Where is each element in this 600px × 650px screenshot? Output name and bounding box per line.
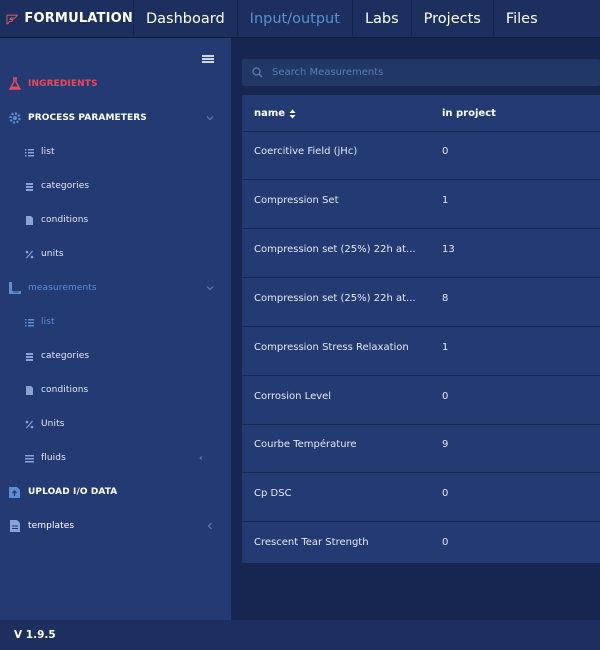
cell-name: Courbe Température (254, 439, 357, 451)
percent-icon (25, 250, 34, 258)
nav-input-output[interactable]: Input/output (236, 0, 352, 38)
gear-icon (9, 112, 21, 124)
sort-icon[interactable] (289, 109, 296, 119)
nav-dashboard[interactable]: Dashboard (133, 0, 237, 38)
sidebar-subitem-label: Units (41, 419, 65, 429)
table-row[interactable]: Cp DSC 0 (242, 474, 600, 523)
sidebar-subitem-process-units[interactable]: units (0, 237, 231, 271)
table-header: name in project (242, 95, 600, 132)
table-row[interactable]: Compression set (25%) 22h at... 13 (242, 230, 600, 278)
chevron-down-icon[interactable] (205, 283, 215, 293)
sidebar-subitem-process-list[interactable]: list (0, 135, 231, 169)
sidebar-subitem-measurements-fluids[interactable]: fluids (0, 441, 231, 475)
brand[interactable]: FORMULATION (0, 0, 133, 38)
sidebar-item-label: INGREDIENTS (28, 79, 98, 89)
search-input[interactable] (272, 63, 582, 82)
sidebar-subitem-label: fluids (41, 453, 66, 463)
nav-labs[interactable]: Labs (351, 0, 411, 38)
sidebar-subitem-label: list (41, 147, 55, 157)
cell-in-project: 0 (442, 146, 449, 157)
search-bar (242, 59, 600, 86)
cell-name: Compression Set (254, 194, 339, 206)
search-icon (252, 67, 263, 78)
nav-files[interactable]: Files (492, 0, 550, 38)
sidebar-subitem-measurements-categories[interactable]: categories (0, 339, 231, 373)
sidebar-item-upload[interactable]: UPLOAD I/O DATA (0, 475, 231, 509)
ruler-icon (9, 282, 21, 294)
measurements-table: name in project Coercitive Field (jHc) 0 C… (242, 95, 600, 572)
chevron-left-icon[interactable] (205, 521, 215, 531)
cell-in-project: 0 (442, 390, 449, 402)
cell-name: Cp DSC (254, 488, 292, 500)
table-row[interactable]: Compression Set 1 (242, 181, 600, 229)
top-navbar: FORMULATION Dashboard Input/output Labs … (0, 0, 600, 38)
cell-name: Compression Stress Relaxation (254, 341, 409, 353)
cell-name: Compression set (25%) 22h at... (254, 292, 416, 304)
chevron-down-icon[interactable] (205, 113, 215, 123)
sidebar-item-measurements[interactable]: measurements (0, 271, 231, 305)
layers-icon (26, 182, 33, 191)
sidebar-item-label: UPLOAD I/O DATA (28, 487, 118, 497)
upload-icon (9, 487, 20, 498)
table-row[interactable]: Crescent Tear Strength 0 (242, 523, 600, 572)
sidebar-item-label: PROCESS PARAMETERS (28, 113, 147, 123)
sidebar: INGREDIENTS PROCESS PARAMETERS list cate… (0, 38, 231, 620)
column-header-name[interactable]: name (254, 108, 296, 119)
sidebar-subitem-label: list (41, 317, 55, 327)
sidebar-subitem-label: conditions (41, 215, 89, 225)
cell-in-project: 0 (442, 537, 449, 549)
cell-name: Coercitive Field (jHc) (254, 146, 358, 157)
sidebar-item-process-parameters[interactable]: PROCESS PARAMETERS (0, 101, 231, 135)
sidebar-subitem-label: conditions (41, 385, 89, 395)
list-icon (25, 454, 34, 462)
layers-icon (26, 352, 33, 361)
menu-toggle-icon[interactable] (202, 55, 214, 63)
cell-name: Compression set (25%) 22h at... (254, 243, 416, 255)
list-icon (25, 318, 34, 326)
sidebar-subitem-measurements-conditions[interactable]: conditions (0, 373, 231, 407)
file-icon (10, 520, 20, 532)
cell-in-project: 1 (442, 341, 449, 353)
sidebar-subitem-process-conditions[interactable]: conditions (0, 203, 231, 237)
percent-icon (25, 420, 34, 428)
table-row[interactable]: Coercitive Field (jHc) 0 (242, 132, 600, 180)
chevron-left-icon[interactable] (196, 453, 206, 463)
version-label: V 1.9.5 (0, 620, 600, 650)
sidebar-subitem-measurements-list[interactable]: list (0, 305, 231, 339)
file-icon (26, 215, 33, 225)
sidebar-subitem-label: categories (41, 181, 90, 191)
sidebar-subitem-label: categories (41, 351, 90, 361)
table-row[interactable]: Compression Stress Relaxation 1 (242, 328, 600, 376)
sidebar-item-label: templates (28, 521, 75, 531)
cell-in-project: 9 (442, 439, 449, 451)
sidebar-subitem-process-categories[interactable]: categories (0, 169, 231, 203)
sidebar-subitem-label: units (41, 249, 64, 259)
cell-name: Corrosion Level (254, 390, 332, 402)
cell-in-project: 13 (442, 243, 455, 255)
brand-name: FORMULATION (24, 11, 133, 26)
sidebar-item-ingredients[interactable]: INGREDIENTS (0, 67, 231, 101)
sidebar-item-templates[interactable]: templates (0, 509, 231, 543)
sidebar-subitem-measurements-units[interactable]: Units (0, 407, 231, 441)
file-icon (26, 385, 33, 395)
cell-in-project: 0 (442, 488, 449, 500)
nav-projects[interactable]: Projects (410, 0, 493, 38)
table-row[interactable]: Corrosion Level 0 (242, 377, 600, 425)
list-icon (25, 148, 34, 156)
cell-in-project: 1 (442, 194, 449, 206)
cell-name: Crescent Tear Strength (254, 537, 369, 549)
sidebar-item-label: measurements (28, 283, 97, 293)
table-row[interactable]: Compression set (25%) 22h at... 8 (242, 279, 600, 327)
brand-logo-icon (6, 14, 18, 24)
column-header-in-project[interactable]: in project (442, 108, 496, 119)
table-row[interactable]: Courbe Température 9 (242, 425, 600, 474)
flask-icon (8, 77, 22, 90)
cell-in-project: 8 (442, 292, 449, 304)
